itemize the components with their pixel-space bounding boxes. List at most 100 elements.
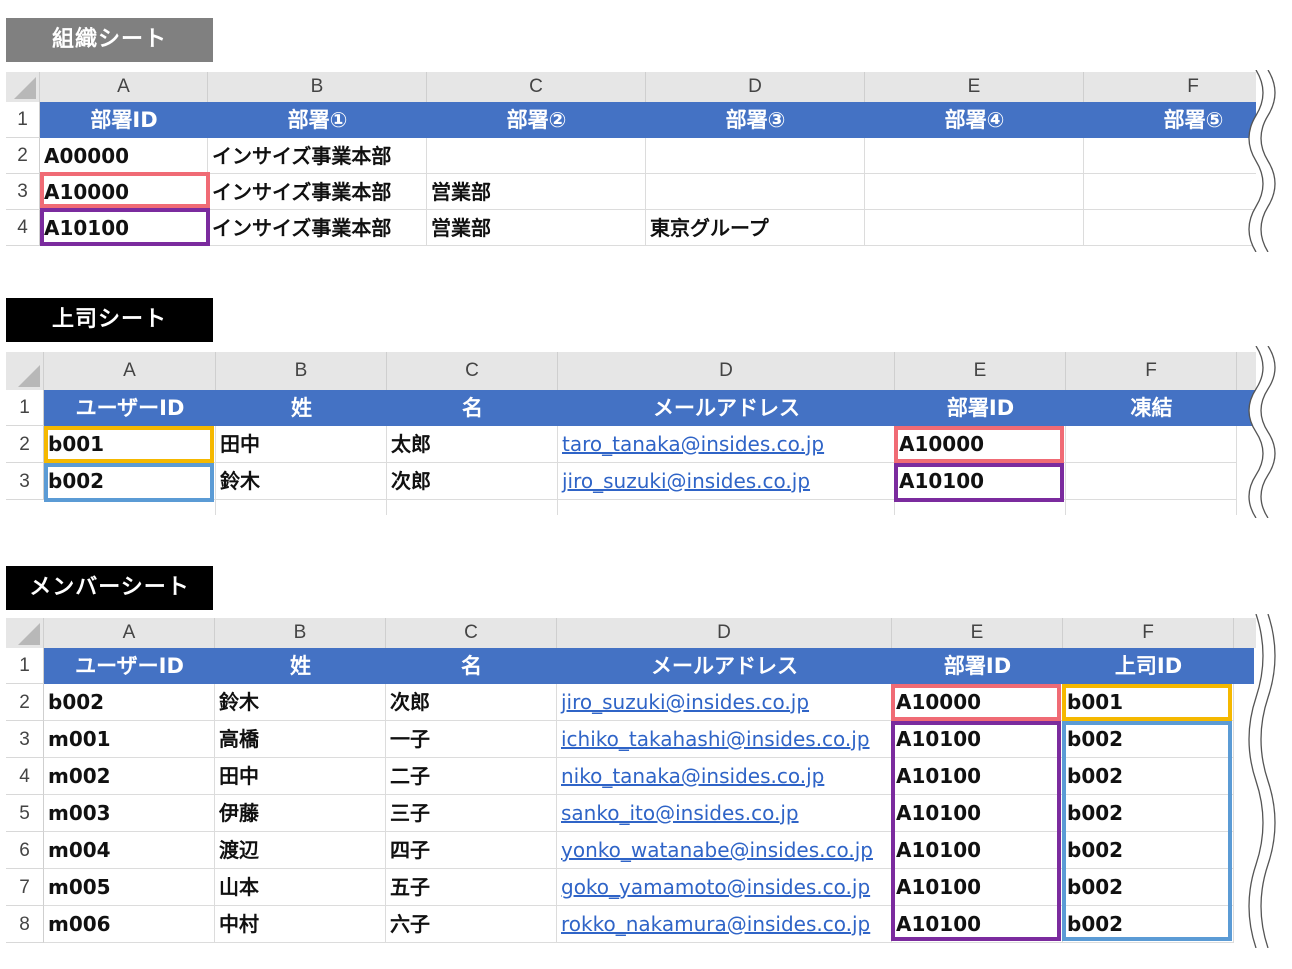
table-cell[interactable]: b001 <box>1063 684 1234 721</box>
table-cell[interactable]: m006 <box>44 906 215 943</box>
table-cell[interactable]: 鈴木 <box>215 684 386 721</box>
table-cell[interactable]: m003 <box>44 795 215 832</box>
column-header-a[interactable]: A <box>44 618 215 648</box>
column-header-f[interactable]: F <box>1066 352 1237 390</box>
table-header-cell[interactable]: メールアドレス <box>557 648 892 684</box>
table-cell-empty[interactable] <box>216 500 387 515</box>
table-header-cell[interactable]: ユーザーID <box>44 648 215 684</box>
column-header-b[interactable]: B <box>208 72 427 102</box>
table-cell[interactable] <box>646 174 865 210</box>
table-cell[interactable]: b002 <box>1063 721 1234 758</box>
table-header-cell[interactable]: 部署ID <box>895 390 1066 426</box>
row-header-4[interactable]: 4 <box>6 758 44 795</box>
select-all-corner[interactable] <box>6 618 44 648</box>
table-cell[interactable]: 六子 <box>386 906 557 943</box>
table-header-cell[interactable]: メールアドレス <box>558 390 895 426</box>
table-cell[interactable] <box>427 138 646 174</box>
row-header-6[interactable]: 6 <box>6 832 44 869</box>
column-header-a[interactable]: A <box>40 72 208 102</box>
table-cell[interactable] <box>646 138 865 174</box>
table-cell[interactable]: 中村 <box>215 906 386 943</box>
row-header-4[interactable]: 4 <box>6 210 40 246</box>
table-cell[interactable]: m004 <box>44 832 215 869</box>
table-cell[interactable]: b001 <box>44 426 216 463</box>
table-cell[interactable]: A10100 <box>892 721 1063 758</box>
table-header-cell[interactable]: 姓 <box>216 390 387 426</box>
select-all-corner[interactable] <box>6 72 40 102</box>
table-cell[interactable]: 田中 <box>216 426 387 463</box>
table-cell[interactable]: 営業部 <box>427 174 646 210</box>
email-link[interactable]: goko_yamamoto@insides.co.jp <box>557 869 892 906</box>
row-header-8[interactable]: 8 <box>6 906 44 943</box>
table-cell[interactable] <box>865 210 1084 246</box>
table-cell[interactable] <box>1084 138 1256 174</box>
row-header-2[interactable]: 2 <box>6 426 44 463</box>
email-link[interactable]: yonko_watanabe@insides.co.jp <box>557 832 892 869</box>
table-header-cell[interactable]: 上司ID <box>1063 648 1234 684</box>
table-cell[interactable]: インサイズ事業本部 <box>208 138 427 174</box>
table-header-cell[interactable]: 姓 <box>215 648 386 684</box>
column-header-d[interactable]: D <box>558 352 895 390</box>
table-cell[interactable]: b002 <box>44 463 216 500</box>
table-cell[interactable]: A10100 <box>895 463 1066 500</box>
table-cell[interactable]: インサイズ事業本部 <box>208 174 427 210</box>
table-cell[interactable]: 渡辺 <box>215 832 386 869</box>
table-cell[interactable]: 高橋 <box>215 721 386 758</box>
table-cell-empty[interactable] <box>558 500 895 515</box>
table-cell[interactable]: b002 <box>1063 869 1234 906</box>
table-cell[interactable]: インサイズ事業本部 <box>208 210 427 246</box>
table-cell-empty[interactable] <box>895 500 1066 515</box>
table-cell[interactable]: b002 <box>1063 832 1234 869</box>
table-cell[interactable] <box>1066 426 1237 463</box>
column-header-c[interactable]: C <box>427 72 646 102</box>
table-cell[interactable]: A10100 <box>892 906 1063 943</box>
table-cell[interactable]: 次郎 <box>387 463 558 500</box>
table-cell[interactable]: 東京グループ <box>646 210 865 246</box>
table-cell[interactable]: 一子 <box>386 721 557 758</box>
column-header-e[interactable]: E <box>865 72 1084 102</box>
table-cell[interactable]: m005 <box>44 869 215 906</box>
table-cell[interactable]: b002 <box>44 684 215 721</box>
column-header-c[interactable]: C <box>386 618 557 648</box>
row-header-2[interactable]: 2 <box>6 684 44 721</box>
table-cell[interactable]: A10100 <box>892 758 1063 795</box>
table-cell[interactable]: b002 <box>1063 758 1234 795</box>
column-header-b[interactable]: B <box>216 352 387 390</box>
table-cell[interactable] <box>865 174 1084 210</box>
column-header-d[interactable]: D <box>557 618 892 648</box>
table-cell[interactable]: 三子 <box>386 795 557 832</box>
table-header-cell[interactable]: 部署⑤ <box>1084 102 1256 138</box>
table-cell[interactable]: 次郎 <box>386 684 557 721</box>
table-header-cell[interactable]: 部署④ <box>865 102 1084 138</box>
table-cell[interactable]: 鈴木 <box>216 463 387 500</box>
table-cell[interactable]: 二子 <box>386 758 557 795</box>
email-link[interactable]: jiro_suzuki@insides.co.jp <box>557 684 892 721</box>
email-link[interactable]: ichiko_takahashi@insides.co.jp <box>557 721 892 758</box>
table-header-cell[interactable]: 凍結 <box>1066 390 1237 426</box>
row-header-5[interactable]: 5 <box>6 795 44 832</box>
table-header-cell[interactable]: 部署ID <box>892 648 1063 684</box>
table-header-cell[interactable]: 部署③ <box>646 102 865 138</box>
table-cell[interactable]: 太郎 <box>387 426 558 463</box>
table-cell[interactable]: 四子 <box>386 832 557 869</box>
row-header-3[interactable]: 3 <box>6 721 44 758</box>
table-cell[interactable]: 営業部 <box>427 210 646 246</box>
column-header-e[interactable]: E <box>895 352 1066 390</box>
table-cell[interactable] <box>865 138 1084 174</box>
table-cell[interactable]: b002 <box>1063 795 1234 832</box>
table-cell[interactable]: b002 <box>1063 906 1234 943</box>
table-cell[interactable]: 山本 <box>215 869 386 906</box>
table-cell[interactable]: m002 <box>44 758 215 795</box>
table-cell[interactable]: A10100 <box>892 832 1063 869</box>
column-header-e[interactable]: E <box>892 618 1063 648</box>
table-cell[interactable]: A10000 <box>892 684 1063 721</box>
table-header-cell[interactable]: 部署① <box>208 102 427 138</box>
table-cell[interactable]: 五子 <box>386 869 557 906</box>
email-link[interactable]: sanko_ito@insides.co.jp <box>557 795 892 832</box>
row-header-3[interactable]: 3 <box>6 174 40 210</box>
column-header-b[interactable]: B <box>215 618 386 648</box>
table-cell[interactable]: 田中 <box>215 758 386 795</box>
table-cell-empty[interactable] <box>1066 500 1237 515</box>
row-header-3[interactable]: 3 <box>6 463 44 500</box>
row-header-7[interactable]: 7 <box>6 869 44 906</box>
